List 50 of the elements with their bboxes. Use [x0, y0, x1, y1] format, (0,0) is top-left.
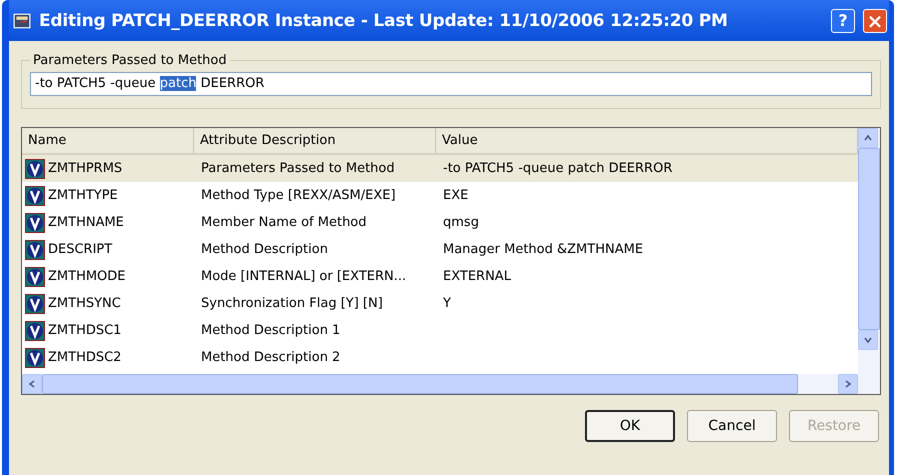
table-row[interactable]: ZMTHSYNC Synchronization Flag [Y] [N] Y	[22, 290, 858, 317]
variable-icon	[25, 158, 45, 178]
table-cell: Y	[443, 296, 451, 311]
table-cell: EXTERNAL	[443, 269, 511, 284]
window-title: Editing PATCH_DEERROR Instance - Last Update: 11/10/2006 12:25:20 PM	[39, 10, 729, 30]
close-button[interactable]: ×	[863, 8, 887, 32]
column-header[interactable]: Attribute Description	[194, 128, 436, 153]
table-row[interactable]: ZMTHMODE Mode [INTERNAL] or [EXTERN... EXTERNAL	[22, 263, 858, 290]
table-cell: ZMTHTYPE	[48, 188, 118, 203]
dialog-button[interactable]: OK	[585, 410, 675, 442]
table-row[interactable]: ZMTHDSC1 Method Description 1	[22, 317, 858, 344]
table-cell: Member Name of Method	[201, 215, 367, 230]
table-cell: Parameters Passed to Method	[201, 161, 395, 176]
table-row[interactable]: ZMTHTYPE Method Type [REXX/ASM/EXE] EXE	[22, 182, 858, 209]
variable-icon	[25, 186, 45, 206]
variable-icon	[25, 348, 45, 368]
variable-icon	[25, 212, 45, 232]
table-cell: ZMTHMODE	[48, 269, 126, 284]
horizontal-scrollbar[interactable]	[22, 374, 858, 394]
app-icon	[13, 12, 31, 30]
table-cell: ZMTHNAME	[48, 215, 124, 230]
vertical-scrollbar[interactable]	[858, 128, 880, 394]
table-cell: ZMTHPRMS	[48, 161, 122, 176]
column-header[interactable]: Name	[22, 128, 194, 153]
table-cell: Manager Method &ZMTHNAME	[443, 242, 644, 257]
table-row[interactable]: ZMTHPRMS Parameters Passed to Method -to PATCH5 -queue patch DEERROR	[22, 155, 858, 182]
variable-icon	[25, 320, 45, 340]
table-cell: ZMTHDSC2	[48, 350, 122, 365]
variable-icon	[25, 266, 45, 286]
table-cell: qmsg	[443, 215, 479, 230]
table-cell: ZMTHDSC1	[48, 323, 122, 338]
table-cell: DESCRIPT	[48, 242, 112, 257]
variable-icon	[25, 294, 45, 314]
table-row[interactable]: ZMTHDSC2 Method Description 2	[22, 344, 858, 371]
table-cell: Method Description 2	[201, 350, 340, 365]
table-cell: Mode [INTERNAL] or [EXTERN...	[201, 269, 406, 284]
table-cell: Method Description	[201, 242, 328, 257]
table-row[interactable]: ZMTHNAME Member Name of Method qmsg	[22, 209, 858, 236]
help-button[interactable]: ?	[831, 8, 855, 32]
variable-icon	[25, 240, 45, 260]
table-row[interactable]: DESCRIPT Method Description Manager Method &ZMTHNAME	[22, 236, 858, 263]
table-cell: Method Type [REXX/ASM/EXE]	[201, 188, 396, 203]
dialog-button[interactable]: Cancel	[687, 410, 777, 442]
table-cell: Synchronization Flag [Y] [N]	[201, 296, 383, 311]
table-cell: -to PATCH5 -queue patch DEERROR	[443, 161, 672, 176]
table-cell: ZMTHSYNC	[48, 296, 121, 311]
table-cell: EXE	[443, 188, 468, 203]
group-label: Parameters Passed to Method	[32, 53, 228, 68]
table-cell: Method Description 1	[201, 323, 340, 338]
input-field[interactable]: -to PATCH5 -queue patch DEERROR	[30, 72, 872, 96]
